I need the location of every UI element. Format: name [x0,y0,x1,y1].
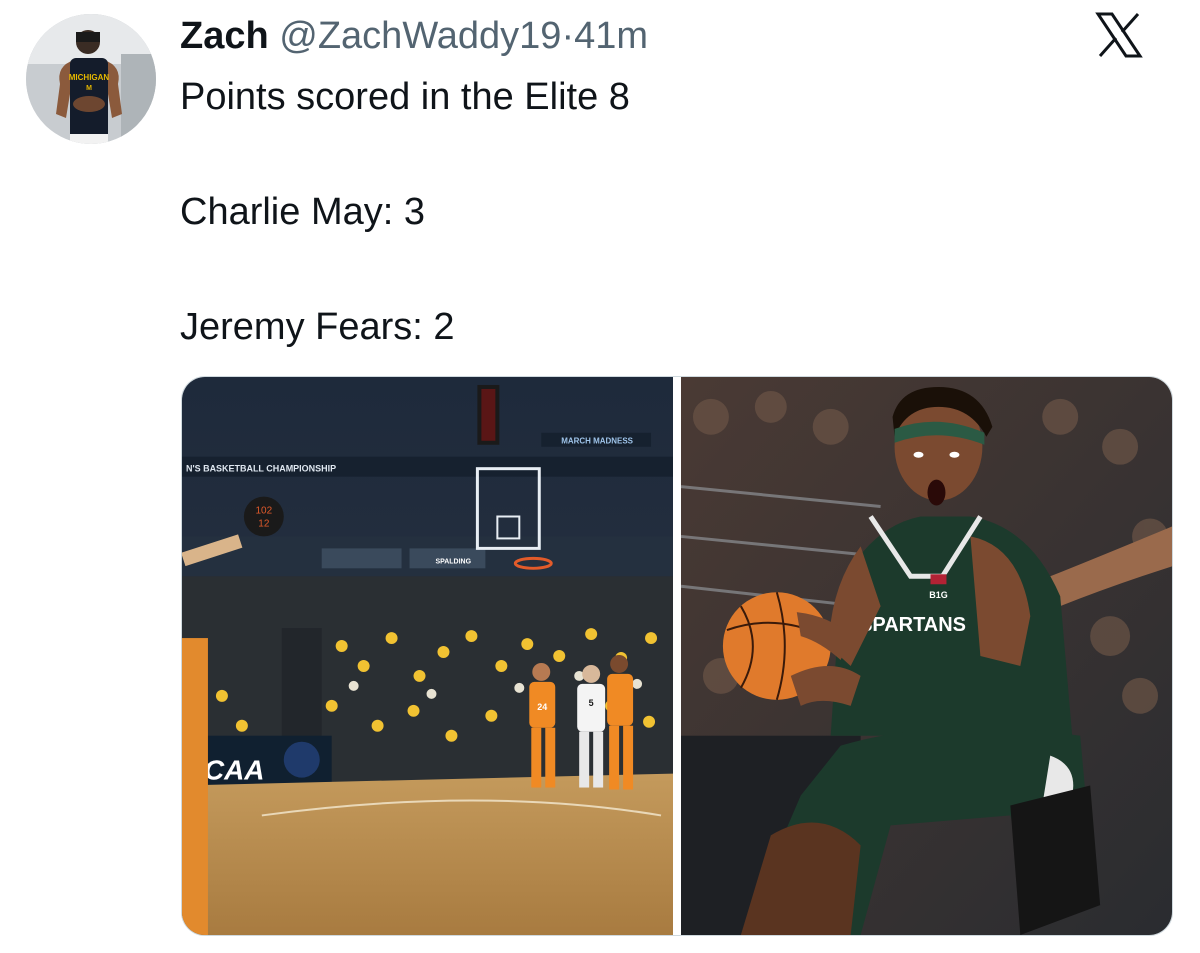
jersey-text: SPARTANS [859,614,966,636]
media-photo-player[interactable]: SPARTANS B1G [681,377,1172,935]
arena-banner-text: N'S BASKETBALL CHAMPIONSHIP [186,464,336,474]
shot-clock-bottom: 12 [258,518,270,529]
media-photo-arena[interactable]: N'S BASKETBALL CHAMPIONSHIP MARCH MADNES… [182,377,673,935]
tweet-header: Zach @ZachWaddy19·41m [180,14,648,58]
tweet-line-title: Points scored in the Elite 8 [180,76,630,118]
tweet-line-jeremy: Jeremy Fears: 2 [180,306,455,348]
svg-text:MICHIGAN: MICHIGAN [69,73,110,82]
svg-text:M: M [86,85,92,92]
jersey-number-orange: 24 [537,702,547,712]
tweet-line-charlie: Charlie May: 3 [180,191,425,233]
timestamp[interactable]: 41m [574,15,648,57]
arena-photo-graphic: N'S BASKETBALL CHAMPIONSHIP MARCH MADNES… [182,377,673,935]
author-avatar[interactable]: MICHIGAN M [26,14,156,144]
player-photo-graphic: SPARTANS B1G [681,377,1172,935]
courtside-sign: CAA [204,755,265,786]
shot-clock-top: 102 [256,506,273,517]
conference-mark: B1G [929,590,947,600]
tweet-text: Points scored in the Elite 8 Charlie May… [180,74,630,350]
author-handle[interactable]: @ZachWaddy19 [279,15,561,57]
march-madness-banner: MARCH MADNESS [561,437,633,446]
avatar-photo: MICHIGAN M [26,14,156,144]
author-name[interactable]: Zach [180,15,269,57]
jersey-number-white: 5 [589,698,594,708]
tweet-media: N'S BASKETBALL CHAMPIONSHIP MARCH MADNES… [181,376,1173,936]
backboard-brand: SPALDING [435,558,471,565]
separator-dot: · [561,15,575,57]
x-logo-icon[interactable] [1094,10,1144,60]
